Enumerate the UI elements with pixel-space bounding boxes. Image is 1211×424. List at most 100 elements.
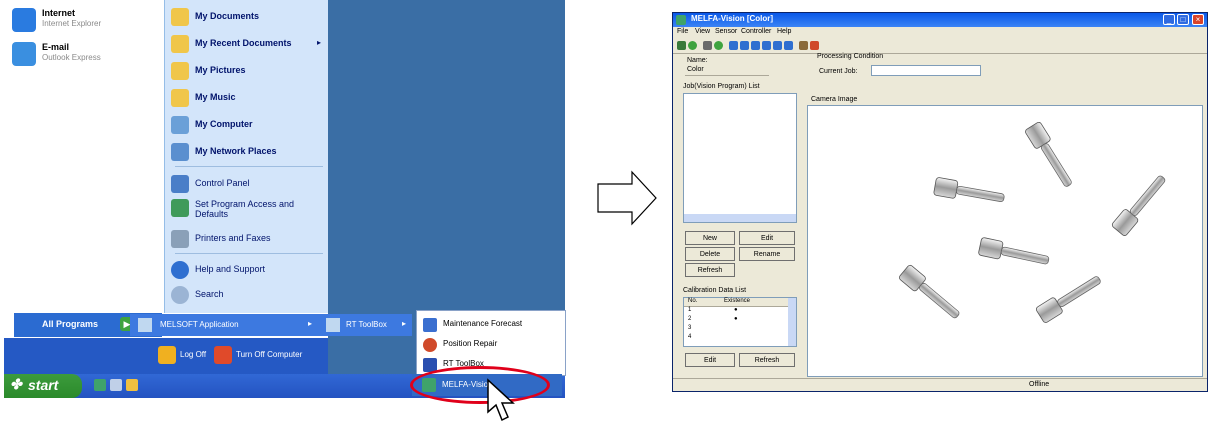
quick-launch-icon[interactable] bbox=[126, 379, 138, 391]
pinned-internet[interactable]: Internet Internet Explorer bbox=[12, 6, 162, 36]
column-header-existence: Existence bbox=[724, 298, 751, 304]
zoom-icon[interactable] bbox=[762, 41, 771, 50]
folder-icon bbox=[171, 35, 189, 53]
table-row[interactable]: 1 ● bbox=[684, 307, 788, 315]
menu-view[interactable]: View bbox=[695, 28, 710, 35]
zoom-icon[interactable] bbox=[784, 41, 793, 50]
menu-item-label: My Pictures bbox=[195, 65, 246, 75]
menu-item-label: Printers and Faxes bbox=[195, 233, 271, 243]
bolt-part bbox=[1035, 276, 1101, 323]
menu-item-label: My Recent Documents bbox=[195, 38, 292, 48]
camera-image-viewer[interactable] bbox=[807, 105, 1203, 377]
new-button[interactable]: New bbox=[685, 231, 735, 245]
status-bar: Offline bbox=[673, 378, 1207, 391]
menu-item-set-program-access[interactable]: Set Program Access and Defaults bbox=[171, 197, 325, 225]
window-title: MELFA-Vision [Color] bbox=[691, 14, 774, 23]
power-icon bbox=[214, 346, 232, 364]
minimize-button[interactable]: _ bbox=[1163, 14, 1175, 25]
quick-launch-icon[interactable] bbox=[110, 379, 122, 391]
menu-item-help-and-support[interactable]: Help and Support bbox=[171, 259, 325, 281]
rename-button[interactable]: Rename bbox=[739, 247, 795, 261]
bolt-part bbox=[1025, 121, 1072, 187]
menu-item-printers-and-faxes[interactable]: Printers and Faxes bbox=[171, 228, 325, 250]
bolt-part bbox=[1111, 175, 1166, 236]
app-icon bbox=[676, 15, 686, 25]
refresh-button[interactable]: Refresh bbox=[685, 263, 735, 277]
submenu-arrow-icon: ▸ bbox=[401, 319, 406, 328]
connect-icon[interactable] bbox=[677, 41, 686, 50]
network-icon bbox=[171, 143, 189, 161]
zoom-icon[interactable] bbox=[773, 41, 782, 50]
camera-image-parts bbox=[899, 121, 1166, 323]
run-icon[interactable] bbox=[688, 41, 697, 50]
menu-item-my-music[interactable]: My Music bbox=[171, 87, 325, 109]
current-job-label: Current Job: bbox=[819, 68, 858, 75]
maximize-button[interactable]: □ bbox=[1177, 14, 1189, 25]
zoom-icon[interactable] bbox=[740, 41, 749, 50]
edit-button[interactable]: Edit bbox=[739, 231, 795, 245]
rt-toolbox-item[interactable]: RT ToolBox ▸ bbox=[320, 314, 412, 336]
submenu-item-label: Position Repair bbox=[443, 339, 498, 348]
tool-icon[interactable] bbox=[799, 41, 808, 50]
menu-item-label: My Music bbox=[195, 92, 236, 102]
music-folder-icon bbox=[171, 89, 189, 107]
vertical-scrollbar[interactable] bbox=[788, 298, 796, 346]
current-job-field[interactable] bbox=[871, 65, 981, 76]
menu-item-my-computer[interactable]: My Computer bbox=[171, 114, 325, 136]
menu-controller[interactable]: Controller bbox=[741, 28, 771, 35]
log-off-icon bbox=[158, 346, 176, 364]
table-row[interactable]: 4 bbox=[684, 334, 788, 342]
cell: 1 bbox=[688, 307, 692, 313]
menu-item-my-pictures[interactable]: My Pictures bbox=[171, 60, 325, 82]
tool-icon[interactable] bbox=[810, 41, 819, 50]
internet-explorer-icon bbox=[12, 8, 36, 32]
menu-file[interactable]: File bbox=[677, 28, 688, 35]
submenu-item-maintenance-forecast[interactable]: Maintenance Forecast bbox=[421, 315, 561, 335]
menu-help[interactable]: Help bbox=[777, 28, 791, 35]
delete-button[interactable]: Delete bbox=[685, 247, 735, 261]
program-group-icon bbox=[138, 318, 152, 332]
camera-icon[interactable] bbox=[703, 41, 712, 50]
calibration-refresh-button[interactable]: Refresh bbox=[739, 353, 795, 367]
processing-condition-label: Processing Condition bbox=[817, 53, 884, 60]
help-icon bbox=[171, 261, 189, 279]
menu-item-label: My Network Places bbox=[195, 146, 277, 156]
maintenance-icon bbox=[423, 318, 437, 332]
job-list-label: Job(Vision Program) List bbox=[683, 83, 760, 90]
menu-item-my-recent-documents[interactable]: My Recent Documents ▸ bbox=[171, 33, 325, 55]
menu-item-label: Search bbox=[195, 289, 224, 299]
zoom-icon[interactable] bbox=[751, 41, 760, 50]
horizontal-scrollbar[interactable] bbox=[684, 214, 796, 222]
cell: ● bbox=[734, 307, 738, 313]
pinned-email[interactable]: E-mail Outlook Express bbox=[12, 40, 162, 70]
rt-toolbox-label: RT ToolBox bbox=[346, 320, 387, 329]
menu-item-my-network-places[interactable]: My Network Places bbox=[171, 141, 325, 163]
calibration-list-label: Calibration Data List bbox=[683, 287, 747, 294]
menu-item-search[interactable]: Search bbox=[171, 284, 325, 306]
calibration-table[interactable]: No. Existence 1 ● 2 ● 3 4 bbox=[683, 297, 797, 347]
zoom-icon[interactable] bbox=[729, 41, 738, 50]
menu-item-label: My Computer bbox=[195, 119, 253, 129]
cell: ● bbox=[734, 316, 738, 322]
right-arrow-icon bbox=[597, 170, 657, 226]
table-row[interactable]: 3 bbox=[684, 325, 788, 333]
submenu-item-position-repair[interactable]: Position Repair bbox=[421, 335, 561, 355]
table-row[interactable]: 2 ● bbox=[684, 316, 788, 324]
pinned-internet-title: Internet bbox=[42, 8, 76, 18]
menu-item-control-panel[interactable]: Control Panel bbox=[171, 173, 325, 195]
menu-sensor[interactable]: Sensor bbox=[715, 28, 737, 35]
windows-logo-icon: ✤ bbox=[10, 376, 22, 392]
turn-off-computer-button[interactable]: Turn Off Computer bbox=[214, 344, 324, 366]
menu-item-my-documents[interactable]: My Documents bbox=[171, 6, 325, 28]
calibration-edit-button[interactable]: Edit bbox=[685, 353, 735, 367]
quick-launch-icon[interactable] bbox=[94, 379, 106, 391]
melsoft-application-item[interactable]: MELSOFT Application ▸ bbox=[130, 314, 320, 336]
close-button[interactable]: × bbox=[1192, 14, 1204, 25]
program-group-icon bbox=[326, 318, 340, 332]
job-list[interactable] bbox=[683, 93, 797, 223]
pinned-email-subtitle: Outlook Express bbox=[42, 53, 101, 62]
printer-icon bbox=[171, 230, 189, 248]
start-button[interactable]: ✤ start bbox=[4, 374, 82, 398]
capture-icon[interactable] bbox=[714, 41, 723, 50]
bolt-part bbox=[899, 264, 960, 319]
